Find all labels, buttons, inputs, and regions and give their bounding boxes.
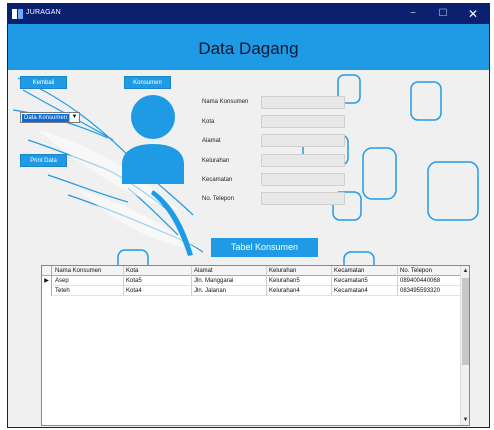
chevron-down-icon[interactable]: ▼ [69, 113, 79, 122]
label-no-telepon: No. Telepon [202, 196, 234, 202]
maximize-button[interactable]: ☐ [428, 4, 458, 24]
table-cell[interactable]: Kelurahan5 [267, 276, 332, 286]
column-header[interactable]: Kelurahan [267, 266, 332, 276]
konsumen-table[interactable]: Nama Konsumen Kota Alamat Kelurahan Keca… [41, 265, 470, 426]
close-button[interactable]: ✕ [458, 4, 488, 24]
table-cell[interactable]: Teteh [53, 286, 124, 296]
tabel-konsumen-button[interactable]: Tabel Konsumen [211, 238, 318, 257]
table-cell[interactable]: Kecamatan5 [332, 276, 398, 286]
print-data-button[interactable]: Print Data [20, 154, 67, 167]
current-row-icon: ▶ [42, 276, 52, 286]
data-select-combo[interactable]: Data Konsumen ▼ [20, 112, 80, 123]
scroll-thumb[interactable] [462, 278, 469, 365]
scroll-down-icon[interactable]: ▼ [461, 415, 469, 425]
table-header: Nama Konsumen Kota Alamat Kelurahan Keca… [42, 266, 469, 276]
row-selector[interactable] [42, 286, 52, 296]
table-cell[interactable]: Kota4 [124, 286, 192, 296]
vertical-scrollbar[interactable]: ▲ ▼ [460, 266, 469, 425]
table-cell[interactable]: Jln. Manggarai [192, 276, 267, 286]
app-icon [12, 9, 23, 19]
column-header[interactable]: Kota [124, 266, 192, 276]
label-kelurahan: Kelurahan [202, 158, 230, 164]
scroll-up-icon[interactable]: ▲ [461, 266, 469, 276]
user-avatar-icon [122, 95, 184, 184]
table-cell[interactable]: Kota5 [124, 276, 192, 286]
column-header[interactable]: Kecamatan [332, 266, 398, 276]
table-row[interactable]: Teteh Kota4 Jln. Jalanan Kelurahan4 Keca… [42, 286, 469, 296]
table-cell[interactable]: Kelurahan4 [267, 286, 332, 296]
column-header[interactable]: No. Telepon [398, 266, 461, 276]
background-decoration [12, 74, 479, 266]
table-cell[interactable]: Asep [53, 276, 124, 286]
row-header-corner [42, 266, 52, 276]
minimize-button[interactable]: − [398, 4, 428, 24]
title-bar: JURAGAN − ☐ ✕ [8, 4, 489, 24]
kelurahan-field[interactable] [261, 154, 345, 167]
nama-konsumen-field[interactable] [261, 96, 345, 109]
main-window: JURAGAN − ☐ ✕ Data Dagang Kembali Konsum… [7, 3, 490, 428]
label-nama-konsumen: Nama Konsumen [202, 99, 249, 105]
label-alamat: Alamat [202, 138, 221, 144]
window-title: JURAGAN [26, 9, 61, 16]
combo-selected-value: Data Konsumen [22, 114, 70, 122]
alamat-field[interactable] [261, 134, 345, 147]
table-cell[interactable]: Kecamatan4 [332, 286, 398, 296]
column-header[interactable]: Alamat [192, 266, 267, 276]
column-header[interactable]: Nama Konsumen [53, 266, 124, 276]
table-cell[interactable]: 089400440068 [398, 276, 461, 286]
page-header: Data Dagang [8, 24, 489, 70]
kecamatan-field[interactable] [261, 173, 345, 186]
kota-field[interactable] [261, 115, 345, 128]
table-cell[interactable]: 083495593320 [398, 286, 461, 296]
kembali-button[interactable]: Kembali [20, 76, 67, 89]
label-kota: Kota [202, 119, 215, 125]
label-kecamatan: Kecamatan [202, 177, 233, 183]
no-telepon-field[interactable] [261, 192, 345, 205]
table-cell[interactable]: Jln. Jalanan [192, 286, 267, 296]
konsumen-button[interactable]: Konsumen [124, 76, 171, 89]
page-title: Data Dagang [198, 39, 299, 58]
table-row[interactable]: ▶ Asep Kota5 Jln. Manggarai Kelurahan5 K… [42, 276, 469, 286]
